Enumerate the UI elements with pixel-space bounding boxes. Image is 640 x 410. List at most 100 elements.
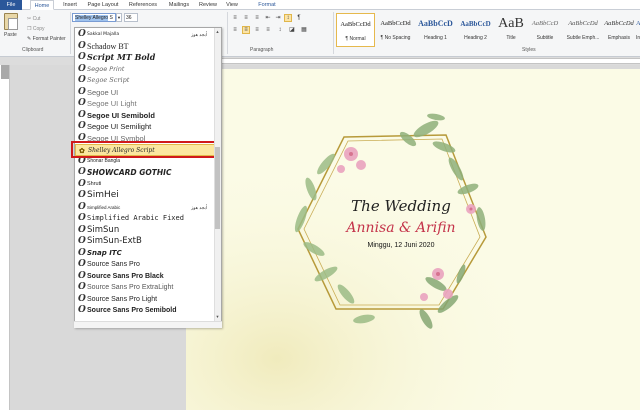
style-title[interactable]: AaB Title (496, 13, 526, 47)
opentype-icon: O (78, 167, 86, 177)
font-list-item[interactable]: O Source Sans Pro Light (75, 294, 215, 306)
font-size-input[interactable]: 36 (124, 13, 138, 22)
numbering-icon[interactable]: ≡ (242, 14, 250, 22)
document-page[interactable]: The Wedding Annisa & Arifin Minggu, 12 J… (186, 69, 640, 410)
font-list-item[interactable]: O Schadow BT (75, 41, 215, 53)
font-dropdown-list[interactable]: O Sakkal Majalla أبجد هوز O Schadow BT O Scrip… (74, 27, 222, 328)
font-list-item[interactable]: O Segoe UI Light (75, 98, 215, 110)
font-list-item[interactable]: O SimSun-ExtB (75, 236, 215, 248)
paste-icon[interactable] (4, 13, 18, 30)
font-list-item[interactable]: O Segoe Print (75, 64, 215, 76)
font-list-item[interactable]: O Segoe UI (75, 87, 215, 99)
opentype-icon: O (78, 121, 86, 131)
bullets-icon[interactable]: ≡ (231, 14, 239, 22)
font-list-item-sample: أبجد هوز (191, 32, 207, 37)
tab-insert[interactable]: Insert (58, 0, 82, 10)
font-list-item[interactable]: O Shruti (75, 179, 215, 191)
opentype-icon: O (78, 213, 86, 223)
font-list-scrollbar-thumb[interactable] (215, 147, 220, 229)
opentype-icon: O (78, 40, 86, 51)
font-dropdown-arrow-icon[interactable]: ▼ (116, 13, 122, 22)
font-list-item[interactable]: O Source Sans Pro Black (75, 271, 215, 283)
align-center-icon[interactable]: ≡ (242, 26, 250, 34)
opentype-icon: O (78, 224, 86, 235)
tab-view[interactable]: View (222, 0, 242, 10)
multilevel-list-icon[interactable]: ≡ (253, 14, 261, 22)
font-list-item[interactable]: O SHOWCARD GOTHIC (75, 167, 215, 179)
font-list-item-label: Shruti (87, 180, 102, 187)
scroll-up-icon[interactable]: ▲ (214, 28, 221, 35)
style-heading-1[interactable]: AaBbCcD Heading 1 (416, 13, 455, 47)
font-list-item-label: Source Sans Pro Semibold (87, 307, 177, 314)
tab-review[interactable]: Review (196, 0, 220, 10)
font-list-item-label: Segoe Print (87, 64, 125, 73)
font-list-item[interactable]: O Source Sans Pro (75, 259, 215, 271)
font-list-item[interactable]: O Snap ITC (75, 248, 215, 260)
font-list-item[interactable]: O Segoe UI Semibold (75, 110, 215, 122)
opentype-icon: O (78, 190, 86, 200)
ribbon-tabs: File Home Insert Page Layout References … (0, 0, 640, 10)
increase-indent-icon[interactable]: ⇥ (274, 14, 282, 22)
opentype-icon: O (78, 270, 86, 281)
style-subtle-emphasis[interactable]: AaBbCcDd Subtle Emph... (564, 13, 602, 47)
opentype-icon: O (78, 305, 86, 315)
font-list-item[interactable]: O Simplified Arabic أبجد هوز (75, 202, 215, 214)
font-list-item[interactable]: O SimHei (75, 190, 215, 202)
opentype-icon: O (78, 247, 86, 258)
wedding-title: The Wedding (351, 197, 451, 215)
font-list-resize-grip[interactable] (74, 321, 222, 328)
format-painter-button[interactable]: ✎ Format Painter (27, 36, 66, 42)
opentype-icon: O (78, 282, 86, 292)
paragraph-group-label: Paragraph (250, 47, 274, 53)
tab-mailings[interactable]: Mailings (164, 0, 194, 10)
font-list-item-label: Simplified Arabic Fixed (87, 214, 184, 222)
align-left-icon[interactable]: ≡ (231, 26, 239, 34)
font-list-item-label: Script MT Bold (87, 52, 156, 62)
font-list-item[interactable]: O SimSun (75, 225, 215, 237)
tab-file[interactable]: File (0, 0, 22, 10)
opentype-icon: O (78, 29, 86, 39)
opentype-icon: O (78, 86, 86, 97)
styles-group-label: Styles (522, 47, 536, 53)
font-list-item[interactable]: O Source Sans Pro Semibold (75, 305, 215, 317)
style-emphasis[interactable]: AaBbCcDd Emphasis (602, 13, 636, 47)
tab-home[interactable]: Home (30, 0, 54, 10)
font-list-item-label: Segoe UI Semilight (87, 122, 152, 131)
font-list-item[interactable]: O Sakkal Majalla أبجد هوز (75, 29, 215, 41)
opentype-icon: O (78, 178, 86, 189)
align-right-icon[interactable]: ≡ (253, 26, 261, 34)
style-no-spacing[interactable]: AaBbCcDd ¶ No Spacing (376, 13, 415, 47)
tab-references[interactable]: References (124, 0, 162, 10)
style-intense[interactable]: AaBbCIntens (636, 13, 640, 47)
line-spacing-icon[interactable]: ↕ (276, 26, 284, 34)
paste-button[interactable]: Paste (4, 32, 17, 38)
copy-button[interactable]: ❐ Copy (27, 26, 45, 32)
font-list-item[interactable]: O Source Sans Pro ExtraLight (75, 282, 215, 294)
font-list-item[interactable]: O Simplified Arabic Fixed (75, 213, 215, 225)
shading-icon[interactable]: ◪ (288, 26, 296, 34)
divider (227, 12, 228, 54)
scroll-down-icon[interactable]: ▼ (214, 313, 221, 320)
opentype-icon: O (78, 259, 86, 269)
font-name-input[interactable]: Shelley Allegro S (72, 13, 116, 22)
ruler-strip[interactable] (186, 58, 640, 64)
font-list-item[interactable]: O Script MT Bold (75, 52, 215, 64)
decrease-indent-icon[interactable]: ⇤ (264, 14, 272, 22)
cut-button[interactable]: ✂ Cut (27, 16, 40, 22)
sort-icon[interactable]: ↕ (284, 14, 292, 22)
opentype-icon: O (78, 63, 86, 74)
style-subtitle[interactable]: AaBbCcD Subtitle (526, 13, 564, 47)
style-normal[interactable]: AaBbCcDd ¶ Normal (336, 13, 375, 47)
vertical-ruler (0, 65, 10, 410)
tab-page-layout[interactable]: Page Layout (84, 0, 122, 10)
opentype-icon: O (78, 75, 86, 85)
font-list-item-label: SimSun (87, 224, 120, 235)
justify-icon[interactable]: ≡ (264, 26, 272, 34)
ruler-margin (1, 65, 9, 79)
font-list-item[interactable]: O Segoe UI Semilight (75, 121, 215, 133)
tab-format[interactable]: Format (254, 0, 280, 10)
borders-icon[interactable]: ▦ (300, 26, 308, 34)
style-heading-2[interactable]: AaBbCcD Heading 2 (456, 13, 495, 47)
show-marks-icon[interactable]: ¶ (295, 14, 303, 22)
font-list-item[interactable]: O Segoe Script (75, 75, 215, 87)
